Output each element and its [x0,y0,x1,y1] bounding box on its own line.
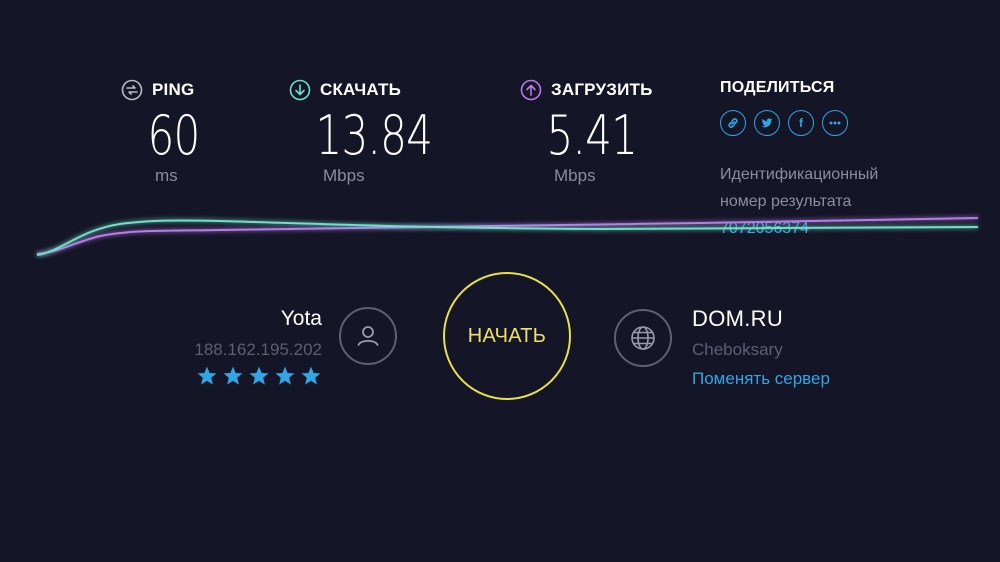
speed-graph [36,217,979,256]
isp-info: Yota 188.162.195.202 [194,305,322,387]
isp-rating[interactable] [194,365,322,387]
ping-value: 60 [147,104,201,167]
globe-icon [631,326,655,350]
star-icon[interactable] [300,365,322,387]
share-more-button[interactable] [822,110,848,136]
download-unit: Mbps [323,166,365,185]
download-header: СКАЧАТЬ [289,78,473,102]
upload-value: 5.41 [546,104,638,167]
upload-arrow-icon [520,79,542,101]
star-icon[interactable] [222,365,244,387]
download-metric: СКАЧАТЬ 13.84 Mbps [289,78,473,186]
start-button[interactable]: НАЧАТЬ [443,272,571,400]
ping-icon [121,79,143,101]
star-icon[interactable] [248,365,270,387]
download-label: СКАЧАТЬ [320,80,402,99]
server-info: DOM.RU Cheboksary Поменять сервер [692,305,830,390]
share-facebook-button[interactable]: f [788,110,814,136]
share-link-button[interactable] [720,110,746,136]
ping-label: PING [152,80,195,99]
upload-header: ЗАГРУЗИТЬ [520,78,670,102]
result-id-label-line1: Идентификационный [720,166,879,183]
link-icon [728,118,738,128]
share-buttons: f [720,110,878,136]
user-icon [357,326,379,346]
more-icon [829,121,841,125]
star-icon[interactable] [274,365,296,387]
start-button-label: НАЧАТЬ [467,324,547,347]
upload-unit: Mbps [554,166,596,185]
upload-metric: ЗАГРУЗИТЬ 5.41 Mbps [520,78,670,186]
share-twitter-button[interactable] [754,110,780,136]
facebook-icon: f [799,116,803,130]
isp-user-badge [339,307,397,365]
upload-label: ЗАГРУЗИТЬ [551,80,653,99]
server-name: DOM.RU [692,306,784,331]
change-server-link[interactable]: Поменять сервер [692,368,830,390]
server-globe-badge [614,309,672,367]
star-icon[interactable] [196,365,218,387]
download-value: 13.84 [315,104,433,167]
upload-speed-line [36,217,979,255]
ping-metric: PING 60 ms [121,78,222,186]
ping-header: PING [121,78,222,102]
ping-unit: ms [155,166,178,185]
isp-name: Yota [280,307,322,330]
download-arrow-icon [289,79,311,101]
server-city: Cheboksary [692,340,783,359]
twitter-icon [761,118,773,128]
isp-ip-address: 188.162.195.202 [194,340,322,359]
share-title: ПОДЕЛИТЬСЯ [720,79,835,96]
